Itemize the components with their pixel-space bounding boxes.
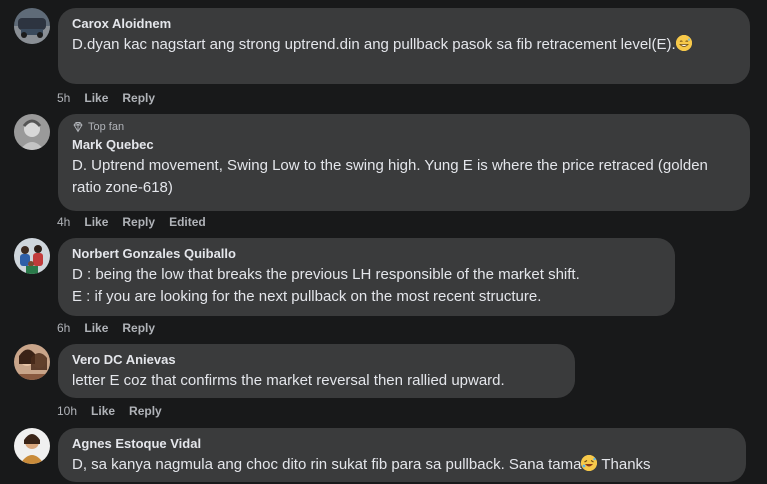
reply-button[interactable]: Reply xyxy=(129,403,162,419)
diamond-icon xyxy=(73,122,83,133)
comment-text: letter E coz that confirms the market re… xyxy=(72,372,505,389)
avatar-image xyxy=(14,238,50,274)
avatar-image xyxy=(14,344,50,380)
avatar-image xyxy=(14,114,50,150)
comment-actions: 10h Like Reply xyxy=(57,403,162,419)
timestamp[interactable]: 5h xyxy=(57,90,70,106)
author-name[interactable]: Norbert Gonzales Quiballo xyxy=(72,246,663,262)
comment-actions: 4h Like Reply Edited xyxy=(57,214,206,230)
avatar-image xyxy=(14,428,50,464)
comment-text: D : being the low that breaks the previo… xyxy=(72,264,663,308)
top-fan-label: Top fan xyxy=(88,121,125,133)
comment-text: D. Uptrend movement, Swing Low to the sw… xyxy=(72,157,708,196)
comment-text: D.dyan kac nagstart ang strong uptrend.d… xyxy=(72,34,738,56)
comment-bubble: Agnes Estoque Vidal D, sa kanya nagmula … xyxy=(58,428,746,482)
comment-bubble: Vero DC Anievas letter E coz that confir… xyxy=(58,344,575,398)
author-name[interactable]: Carox Aloidnem xyxy=(72,16,738,32)
like-button[interactable]: Like xyxy=(84,320,108,336)
timestamp[interactable]: 6h xyxy=(57,320,70,336)
timestamp[interactable]: 10h xyxy=(57,403,77,419)
comment-text-line: D : being the low that breaks the previo… xyxy=(72,266,580,283)
comment-text-content: Thanks xyxy=(597,456,651,473)
reply-button[interactable]: Reply xyxy=(122,90,155,106)
author-name[interactable]: Mark Quebec xyxy=(72,137,738,153)
comment-text-line: E : if you are looking for the next pull… xyxy=(72,288,542,305)
like-button[interactable]: Like xyxy=(84,90,108,106)
avatar[interactable] xyxy=(14,8,50,44)
comment-bubble: Carox Aloidnem D.dyan kac nagstart ang s… xyxy=(58,8,750,84)
comment-bubble: Top fan Mark Quebec D. Uptrend movement,… xyxy=(58,114,750,211)
like-button[interactable]: Like xyxy=(91,403,115,419)
comment-text: D, sa kanya nagmula ang choc dito rin su… xyxy=(72,454,734,476)
sweat-smile-emoji-icon xyxy=(675,35,692,51)
comment-text-content: D, sa kanya nagmula ang choc dito rin su… xyxy=(72,456,582,473)
comment-actions: 6h Like Reply xyxy=(57,320,155,336)
top-fan-badge: Top fan xyxy=(72,120,738,134)
reply-button[interactable]: Reply xyxy=(122,214,155,230)
avatar[interactable] xyxy=(14,114,50,150)
avatar-image xyxy=(14,8,50,44)
timestamp[interactable]: 4h xyxy=(57,214,70,230)
avatar[interactable] xyxy=(14,238,50,274)
comment-text-content: D.dyan kac nagstart ang strong uptrend.d… xyxy=(72,36,676,53)
reply-button[interactable]: Reply xyxy=(122,320,155,336)
author-name[interactable]: Agnes Estoque Vidal xyxy=(72,436,734,452)
edited-label: Edited xyxy=(169,215,206,229)
avatar[interactable] xyxy=(14,344,50,380)
like-button[interactable]: Like xyxy=(84,214,108,230)
comment-actions: 5h Like Reply xyxy=(57,90,155,106)
rofl-emoji-icon xyxy=(581,455,598,471)
comment-bubble: Norbert Gonzales Quiballo D : being the … xyxy=(58,238,675,316)
avatar[interactable] xyxy=(14,428,50,464)
author-name[interactable]: Vero DC Anievas xyxy=(72,352,563,368)
